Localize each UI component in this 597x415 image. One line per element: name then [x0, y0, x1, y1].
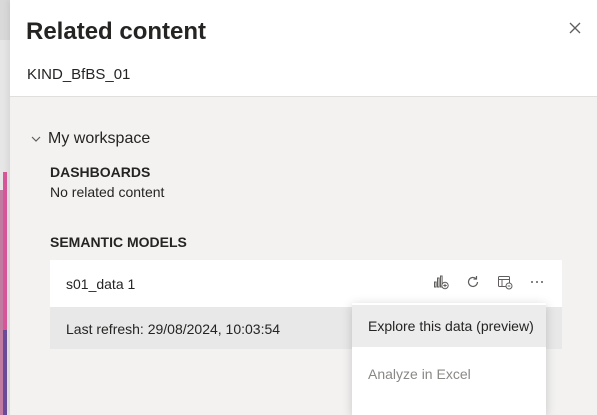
menu-item-explore-data[interactable]: Explore this data (preview) — [352, 305, 546, 347]
dashboards-heading: DASHBOARDS — [50, 164, 151, 180]
workspace-label: My workspace — [48, 130, 151, 147]
dashboards-empty-text: No related content — [50, 184, 165, 200]
chevron-down-icon — [31, 136, 41, 142]
semantic-model-name: s01_data 1 — [66, 276, 136, 292]
last-refresh-text: Last refresh: 29/08/2024, 10:03:54 — [66, 321, 281, 337]
close-button[interactable] — [565, 18, 585, 38]
related-content-panel: Related content KIND_BfBS_01 My workspac… — [10, 0, 597, 415]
create-report-icon[interactable] — [432, 273, 450, 291]
close-icon — [569, 22, 581, 34]
model-actions — [432, 273, 546, 291]
background-app-edge — [0, 0, 10, 415]
analyze-icon[interactable] — [496, 273, 514, 291]
panel-subtitle: KIND_BfBS_01 — [27, 66, 131, 83]
semantic-models-heading: SEMANTIC MODELS — [50, 234, 187, 250]
model-context-menu: Explore this data (preview) Analyze in E… — [352, 303, 546, 415]
workspace-toggle[interactable]: My workspace — [30, 130, 150, 148]
panel-title: Related content — [26, 18, 207, 45]
more-options-icon[interactable] — [528, 273, 546, 291]
panel-header: Related content KIND_BfBS_01 — [10, 0, 597, 97]
refresh-icon[interactable] — [464, 273, 482, 291]
menu-item-analyze-excel[interactable]: Analyze in Excel — [352, 353, 546, 395]
semantic-model-row[interactable]: s01_data 1 — [50, 260, 562, 307]
